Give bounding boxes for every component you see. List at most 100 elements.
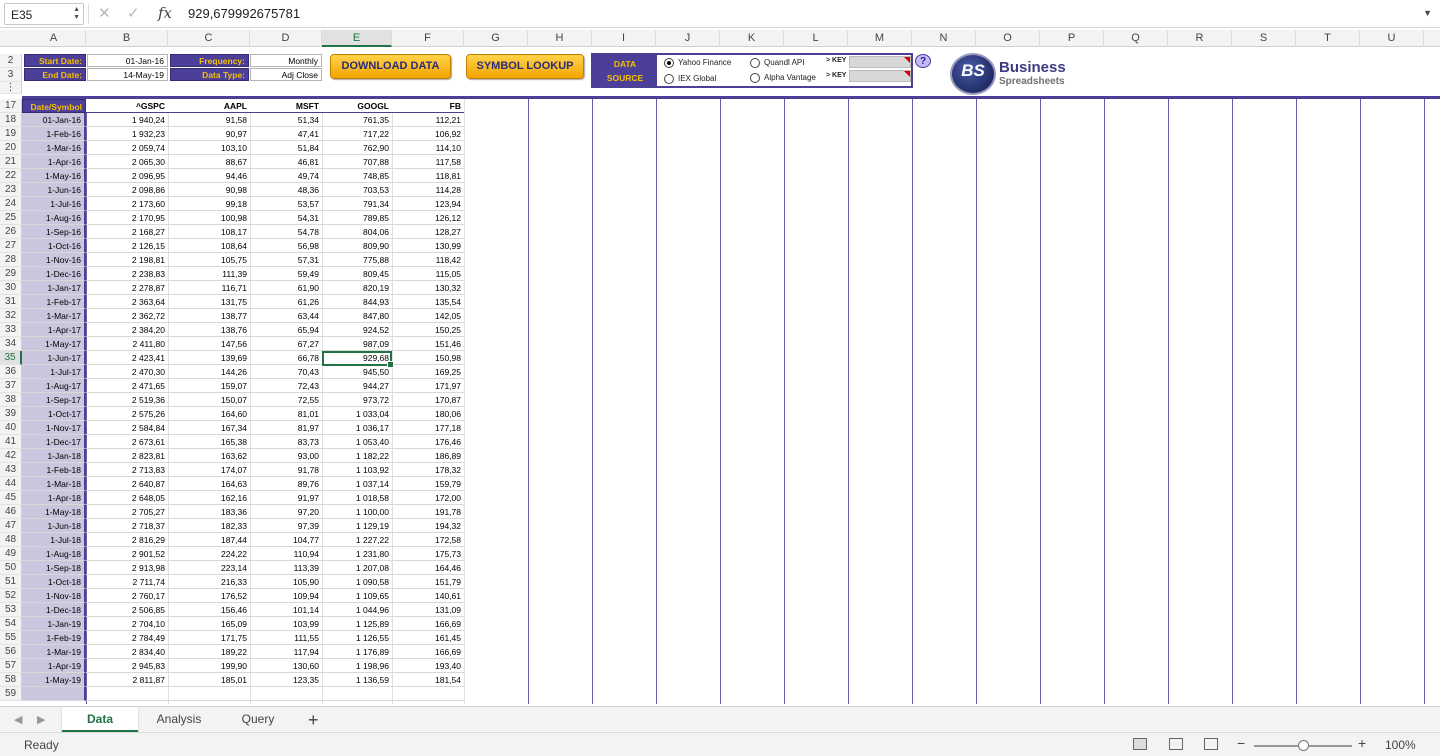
- price-cell[interactable]: 2 065,30: [86, 155, 168, 169]
- help-icon[interactable]: ?: [915, 54, 931, 68]
- price-cell[interactable]: 2 901,52: [86, 547, 168, 561]
- price-cell[interactable]: 187,44: [168, 533, 250, 547]
- price-cell[interactable]: 2 423,41: [86, 351, 168, 365]
- column-header-q[interactable]: Q: [1104, 30, 1168, 47]
- price-cell[interactable]: 2 096,95: [86, 169, 168, 183]
- price-cell[interactable]: 172,58: [392, 533, 464, 547]
- price-cell[interactable]: 94,46: [168, 169, 250, 183]
- column-header-k[interactable]: K: [720, 30, 784, 47]
- price-cell[interactable]: 170,87: [392, 393, 464, 407]
- price-cell[interactable]: 61,90: [250, 281, 322, 295]
- price-cell[interactable]: 1 940,24: [86, 113, 168, 127]
- price-cell[interactable]: 142,05: [392, 309, 464, 323]
- price-cell[interactable]: 63,44: [250, 309, 322, 323]
- row-header[interactable]: 54: [0, 617, 22, 631]
- price-cell[interactable]: 194,32: [392, 519, 464, 533]
- price-cell[interactable]: 199,90: [168, 659, 250, 673]
- price-cell[interactable]: 101,14: [250, 603, 322, 617]
- quandl-key-input[interactable]: [849, 56, 911, 68]
- price-cell[interactable]: 2 278,87: [86, 281, 168, 295]
- column-header-l[interactable]: L: [784, 30, 848, 47]
- price-cell[interactable]: 138,76: [168, 323, 250, 337]
- price-cell[interactable]: 223,14: [168, 561, 250, 575]
- price-cell[interactable]: 97,39: [250, 519, 322, 533]
- price-cell[interactable]: 116,71: [168, 281, 250, 295]
- row-header[interactable]: 27: [0, 239, 22, 253]
- row-header[interactable]: 24: [0, 197, 22, 211]
- row-header[interactable]: 46: [0, 505, 22, 519]
- price-cell[interactable]: [250, 687, 322, 701]
- price-cell[interactable]: 46,81: [250, 155, 322, 169]
- row-header[interactable]: 32: [0, 309, 22, 323]
- price-cell[interactable]: 2 170,95: [86, 211, 168, 225]
- price-cell[interactable]: 2 673,61: [86, 435, 168, 449]
- price-cell[interactable]: 163,62: [168, 449, 250, 463]
- price-cell[interactable]: 166,69: [392, 645, 464, 659]
- column-header-b[interactable]: B: [86, 30, 168, 47]
- price-cell[interactable]: 167,34: [168, 421, 250, 435]
- price-cell[interactable]: 1 090,58: [322, 575, 392, 589]
- date-cell[interactable]: 1-Feb-16: [22, 127, 86, 141]
- price-cell[interactable]: 123,94: [392, 197, 464, 211]
- date-cell[interactable]: 1-Mar-18: [22, 477, 86, 491]
- row-header[interactable]: 25: [0, 211, 22, 225]
- column-header-t[interactable]: T: [1296, 30, 1360, 47]
- table-column-header[interactable]: Date/Symbol: [22, 99, 86, 113]
- price-cell[interactable]: 164,46: [392, 561, 464, 575]
- price-cell[interactable]: 88,67: [168, 155, 250, 169]
- row-header[interactable]: 59: [0, 687, 22, 701]
- price-cell[interactable]: 114,28: [392, 183, 464, 197]
- price-cell[interactable]: 216,33: [168, 575, 250, 589]
- page-break-view-icon[interactable]: [1204, 738, 1218, 750]
- date-cell[interactable]: 1-May-17: [22, 337, 86, 351]
- row-header[interactable]: 53: [0, 603, 22, 617]
- price-cell[interactable]: 924,52: [322, 323, 392, 337]
- row-header[interactable]: 43: [0, 463, 22, 477]
- price-cell[interactable]: 162,16: [168, 491, 250, 505]
- table-column-header[interactable]: AAPL: [168, 99, 250, 113]
- price-cell[interactable]: 53,57: [250, 197, 322, 211]
- tab-query[interactable]: Query: [222, 707, 294, 732]
- price-cell[interactable]: 177,18: [392, 421, 464, 435]
- price-cell[interactable]: 139,69: [168, 351, 250, 365]
- price-cell[interactable]: 2 648,05: [86, 491, 168, 505]
- add-sheet-button[interactable]: +: [308, 710, 319, 731]
- date-cell[interactable]: 1-Jul-18: [22, 533, 86, 547]
- row-header[interactable]: ⋮: [0, 82, 22, 94]
- price-cell[interactable]: 174,07: [168, 463, 250, 477]
- price-cell[interactable]: 81,97: [250, 421, 322, 435]
- date-cell[interactable]: 1-Apr-18: [22, 491, 86, 505]
- row-header[interactable]: 45: [0, 491, 22, 505]
- price-cell[interactable]: [168, 687, 250, 701]
- price-cell[interactable]: 91,97: [250, 491, 322, 505]
- date-cell[interactable]: 1-Oct-17: [22, 407, 86, 421]
- date-cell[interactable]: 1-May-16: [22, 169, 86, 183]
- price-cell[interactable]: 130,99: [392, 239, 464, 253]
- date-cell[interactable]: 1-Feb-17: [22, 295, 86, 309]
- price-cell[interactable]: 150,25: [392, 323, 464, 337]
- price-cell[interactable]: 49,74: [250, 169, 322, 183]
- date-cell[interactable]: 1-Dec-18: [22, 603, 86, 617]
- price-cell[interactable]: 57,31: [250, 253, 322, 267]
- price-cell[interactable]: 130,32: [392, 281, 464, 295]
- row-header[interactable]: 2: [0, 54, 22, 68]
- radio-quandl-api[interactable]: Quandl API: [750, 58, 804, 68]
- price-cell[interactable]: 944,27: [322, 379, 392, 393]
- price-cell[interactable]: 178,32: [392, 463, 464, 477]
- row-header[interactable]: 41: [0, 435, 22, 449]
- row-header[interactable]: 55: [0, 631, 22, 645]
- price-cell[interactable]: 2 238,83: [86, 267, 168, 281]
- row-header[interactable]: 33: [0, 323, 22, 337]
- price-cell[interactable]: 748,85: [322, 169, 392, 183]
- price-cell[interactable]: 166,69: [392, 617, 464, 631]
- price-cell[interactable]: 2 760,17: [86, 589, 168, 603]
- price-cell[interactable]: 2 059,74: [86, 141, 168, 155]
- date-cell[interactable]: 1-Jun-17: [22, 351, 86, 365]
- price-cell[interactable]: 2 711,74: [86, 575, 168, 589]
- price-cell[interactable]: 2 519,36: [86, 393, 168, 407]
- row-header[interactable]: 28: [0, 253, 22, 267]
- row-header[interactable]: 29: [0, 267, 22, 281]
- column-header-e[interactable]: E: [322, 30, 392, 47]
- date-cell[interactable]: 1-Aug-16: [22, 211, 86, 225]
- date-cell[interactable]: 1-Feb-19: [22, 631, 86, 645]
